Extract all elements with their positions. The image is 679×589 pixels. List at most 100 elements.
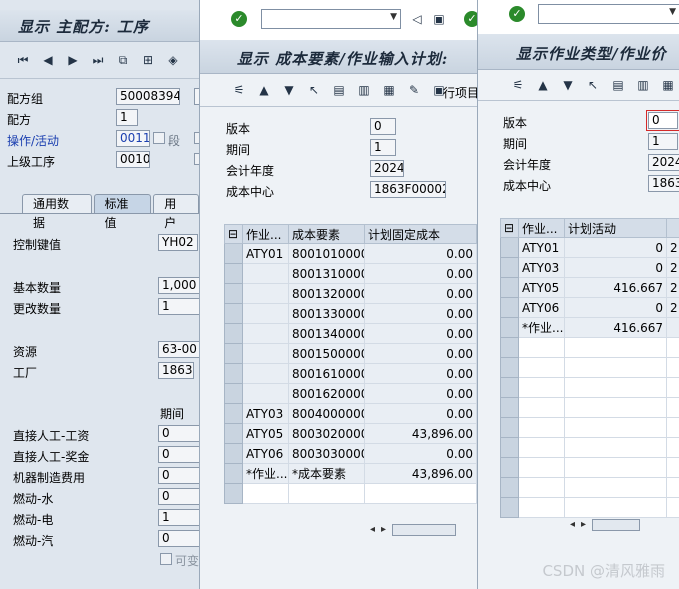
- table-cell[interactable]: [564, 337, 667, 358]
- table-row[interactable]: 8001320000 0.00: [224, 283, 477, 304]
- table-cell[interactable]: [666, 457, 679, 478]
- table-cell[interactable]: [666, 477, 679, 498]
- table-cell[interactable]: ATY03: [242, 403, 289, 424]
- table-cell[interactable]: [564, 417, 667, 438]
- activity-field[interactable]: 0: [158, 446, 201, 463]
- row-selector[interactable]: [224, 463, 243, 484]
- table-cell[interactable]: 0.00: [364, 243, 477, 264]
- table-cell[interactable]: [564, 397, 667, 418]
- document-icon[interactable]: ▥: [634, 77, 652, 93]
- table-cell[interactable]: [564, 377, 667, 398]
- resource-field[interactable]: 63-00: [158, 341, 201, 358]
- table-row[interactable]: [500, 417, 679, 438]
- row-selector[interactable]: [500, 317, 519, 338]
- table-cell[interactable]: 8001620000: [288, 383, 365, 404]
- scroll-left-icon[interactable]: ◂: [570, 519, 575, 530]
- table-row[interactable]: [500, 437, 679, 458]
- table-cell[interactable]: 8001010000: [288, 243, 365, 264]
- row-selector[interactable]: [500, 497, 519, 518]
- edit-icon[interactable]: ✎: [405, 82, 423, 98]
- table-cell[interactable]: *成本要素: [288, 463, 365, 484]
- back-icon[interactable]: ◁: [408, 11, 426, 27]
- table-cell[interactable]: [242, 303, 289, 324]
- table-cell[interactable]: [518, 397, 565, 418]
- table-cell[interactable]: 0.00: [364, 363, 477, 384]
- table-cell[interactable]: [666, 397, 679, 418]
- row-selector[interactable]: [224, 483, 243, 504]
- table-row[interactable]: [500, 357, 679, 378]
- table-cell[interactable]: [288, 483, 365, 504]
- table-cell[interactable]: 0.00: [364, 343, 477, 364]
- table-cell[interactable]: [242, 343, 289, 364]
- horizontal-scrollbar[interactable]: ◂ ▸: [370, 522, 457, 537]
- table-row[interactable]: [500, 497, 679, 518]
- table-row[interactable]: ATY06 8003030000 0.00: [224, 443, 477, 464]
- activity-field[interactable]: 0: [158, 425, 201, 442]
- row-selector[interactable]: [224, 443, 243, 464]
- table-cell[interactable]: 0.00: [364, 283, 477, 304]
- table-cell[interactable]: 8001340000: [288, 323, 365, 344]
- table-cell[interactable]: [364, 483, 477, 504]
- table-cell[interactable]: [242, 383, 289, 404]
- table-row[interactable]: *作业... *成本要素 43,896.00: [224, 463, 477, 484]
- table-cell[interactable]: 8004000000: [288, 403, 365, 424]
- table-cell[interactable]: [242, 323, 289, 344]
- table-row[interactable]: [500, 397, 679, 418]
- table-cell[interactable]: 2: [666, 237, 679, 258]
- table-cell[interactable]: 8001610000: [288, 363, 365, 384]
- table-cell[interactable]: *作业...: [242, 463, 289, 484]
- table-cell[interactable]: 8003030000: [288, 443, 365, 464]
- table-cell[interactable]: 0.00: [364, 263, 477, 284]
- table-row[interactable]: ATY03 8004000000 0.00: [224, 403, 477, 424]
- table-row[interactable]: 8001340000 0.00: [224, 323, 477, 344]
- cost-center-field[interactable]: 1863F00002: [370, 181, 446, 198]
- column-header[interactable]: 计划活动: [564, 218, 667, 238]
- table-cell[interactable]: [518, 377, 565, 398]
- table-cell[interactable]: ATY05: [518, 277, 565, 298]
- table-row[interactable]: ATY01 8001010000 0.00: [224, 243, 477, 264]
- overview-icon[interactable]: ⚟: [509, 77, 527, 93]
- list-icon[interactable]: ▦: [659, 77, 677, 93]
- chevron-down-icon[interactable]: ▼: [669, 7, 676, 17]
- row-selector[interactable]: [224, 323, 243, 344]
- variable-checkbox[interactable]: [160, 553, 172, 565]
- select-cursor-icon[interactable]: ↖: [305, 82, 323, 98]
- table-cell[interactable]: [518, 437, 565, 458]
- period-field[interactable]: 1: [370, 139, 396, 156]
- down-arrow-icon[interactable]: ▼: [280, 82, 298, 98]
- chevron-down-icon[interactable]: ▼: [390, 12, 397, 22]
- document-icon[interactable]: ▥: [355, 82, 373, 98]
- column-header[interactable]: 作业...: [518, 218, 565, 238]
- table-cell[interactable]: [666, 317, 679, 338]
- table-cell[interactable]: 0: [564, 257, 667, 278]
- table-row[interactable]: *作业... 416.667: [500, 317, 679, 338]
- material-icon[interactable]: ◈: [164, 52, 182, 68]
- table-cell[interactable]: 8001310000: [288, 263, 365, 284]
- phase-checkbox[interactable]: [153, 132, 165, 144]
- table-cell[interactable]: ATY03: [518, 257, 565, 278]
- table-cell[interactable]: ATY06: [242, 443, 289, 464]
- table-row[interactable]: ATY05 416.667 2: [500, 277, 679, 298]
- base-quantity-field[interactable]: 1,000: [158, 277, 201, 294]
- tab-user[interactable]: 用户: [153, 194, 199, 230]
- table-cell[interactable]: 416.667: [564, 317, 667, 338]
- select-cursor-icon[interactable]: ↖: [584, 77, 602, 93]
- enter-icon[interactable]: ✓: [509, 6, 525, 22]
- operation-activity-field[interactable]: 0011: [116, 130, 150, 147]
- table-row[interactable]: [500, 477, 679, 498]
- table-row[interactable]: [500, 457, 679, 478]
- column-header[interactable]: 计划固定成本: [364, 224, 477, 244]
- table-row[interactable]: [500, 337, 679, 358]
- tab-standard-values[interactable]: 标准值: [93, 194, 152, 230]
- previous-record-icon[interactable]: ◀: [39, 52, 57, 68]
- scroll-right-icon[interactable]: ▸: [581, 519, 586, 530]
- table-cell[interactable]: [666, 357, 679, 378]
- table-row[interactable]: ATY06 0 2: [500, 297, 679, 318]
- table-cell[interactable]: 2: [666, 297, 679, 318]
- table-cell[interactable]: 0: [564, 237, 667, 258]
- last-record-icon[interactable]: ⏭: [89, 52, 107, 68]
- activity-field[interactable]: 0: [158, 530, 201, 547]
- row-selector[interactable]: [500, 397, 519, 418]
- row-selector[interactable]: [500, 277, 519, 298]
- row-selector[interactable]: [224, 283, 243, 304]
